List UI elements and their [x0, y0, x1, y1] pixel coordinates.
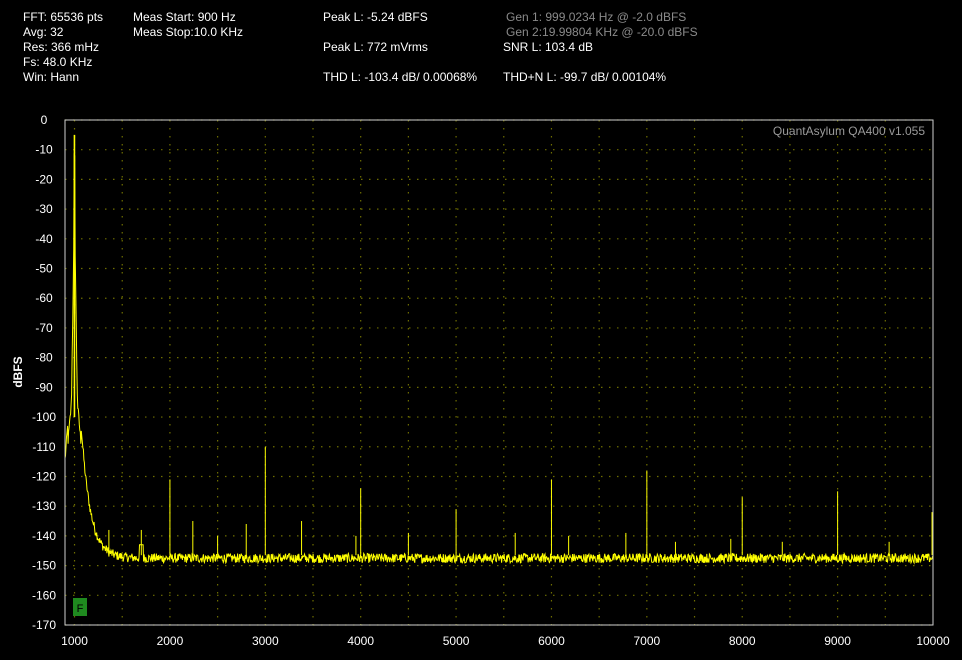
- x-tick-label: 7000: [633, 634, 660, 648]
- y-tick-label: -50: [35, 262, 53, 276]
- y-axis-label: dBFS: [11, 356, 25, 387]
- x-tick-label: 1000: [61, 634, 88, 648]
- spectrum-trace: [64, 134, 934, 565]
- noise-floor-trace: [64, 153, 934, 565]
- y-tick-label: -130: [32, 499, 56, 513]
- y-tick-label: 0: [41, 113, 48, 127]
- watermark-text: QuantAsylum QA400 v1.055: [773, 124, 925, 138]
- y-tick-label: -140: [32, 529, 56, 543]
- y-tick-label: -10: [35, 143, 53, 157]
- y-tick-label: -120: [32, 469, 56, 483]
- y-tick-label: -20: [35, 172, 53, 186]
- y-tick-label: -100: [32, 410, 56, 424]
- y-tick-label: -110: [32, 440, 55, 454]
- x-tick-label: 8000: [729, 634, 756, 648]
- f-marker-label: F: [77, 603, 84, 615]
- y-tick-label: -40: [35, 232, 53, 246]
- x-tick-label: 10000: [916, 634, 950, 648]
- y-tick-label: -70: [35, 321, 53, 335]
- x-tick-label: 5000: [443, 634, 470, 648]
- y-tick-label: -30: [35, 202, 53, 216]
- x-tick-label: 2000: [157, 634, 184, 648]
- y-tick-label: -150: [32, 559, 56, 573]
- spectrum-chart: 0 -10 -20 -30 -40 -50 -60 -70 -80 -90 -100 -110 -120…: [11, 113, 950, 648]
- y-tick-label: -80: [35, 351, 53, 365]
- y-tick-label: -90: [35, 380, 53, 394]
- y-tick-label: -60: [35, 291, 53, 305]
- x-tick-label: 3000: [252, 634, 279, 648]
- y-tick-label: -170: [32, 618, 56, 632]
- x-tick-label: 6000: [538, 634, 565, 648]
- x-tick-label: 4000: [347, 634, 374, 648]
- x-tick-label: 9000: [824, 634, 851, 648]
- plot-border: [64, 119, 934, 626]
- y-tick-label: -160: [32, 588, 56, 602]
- grid: [65, 119, 933, 626]
